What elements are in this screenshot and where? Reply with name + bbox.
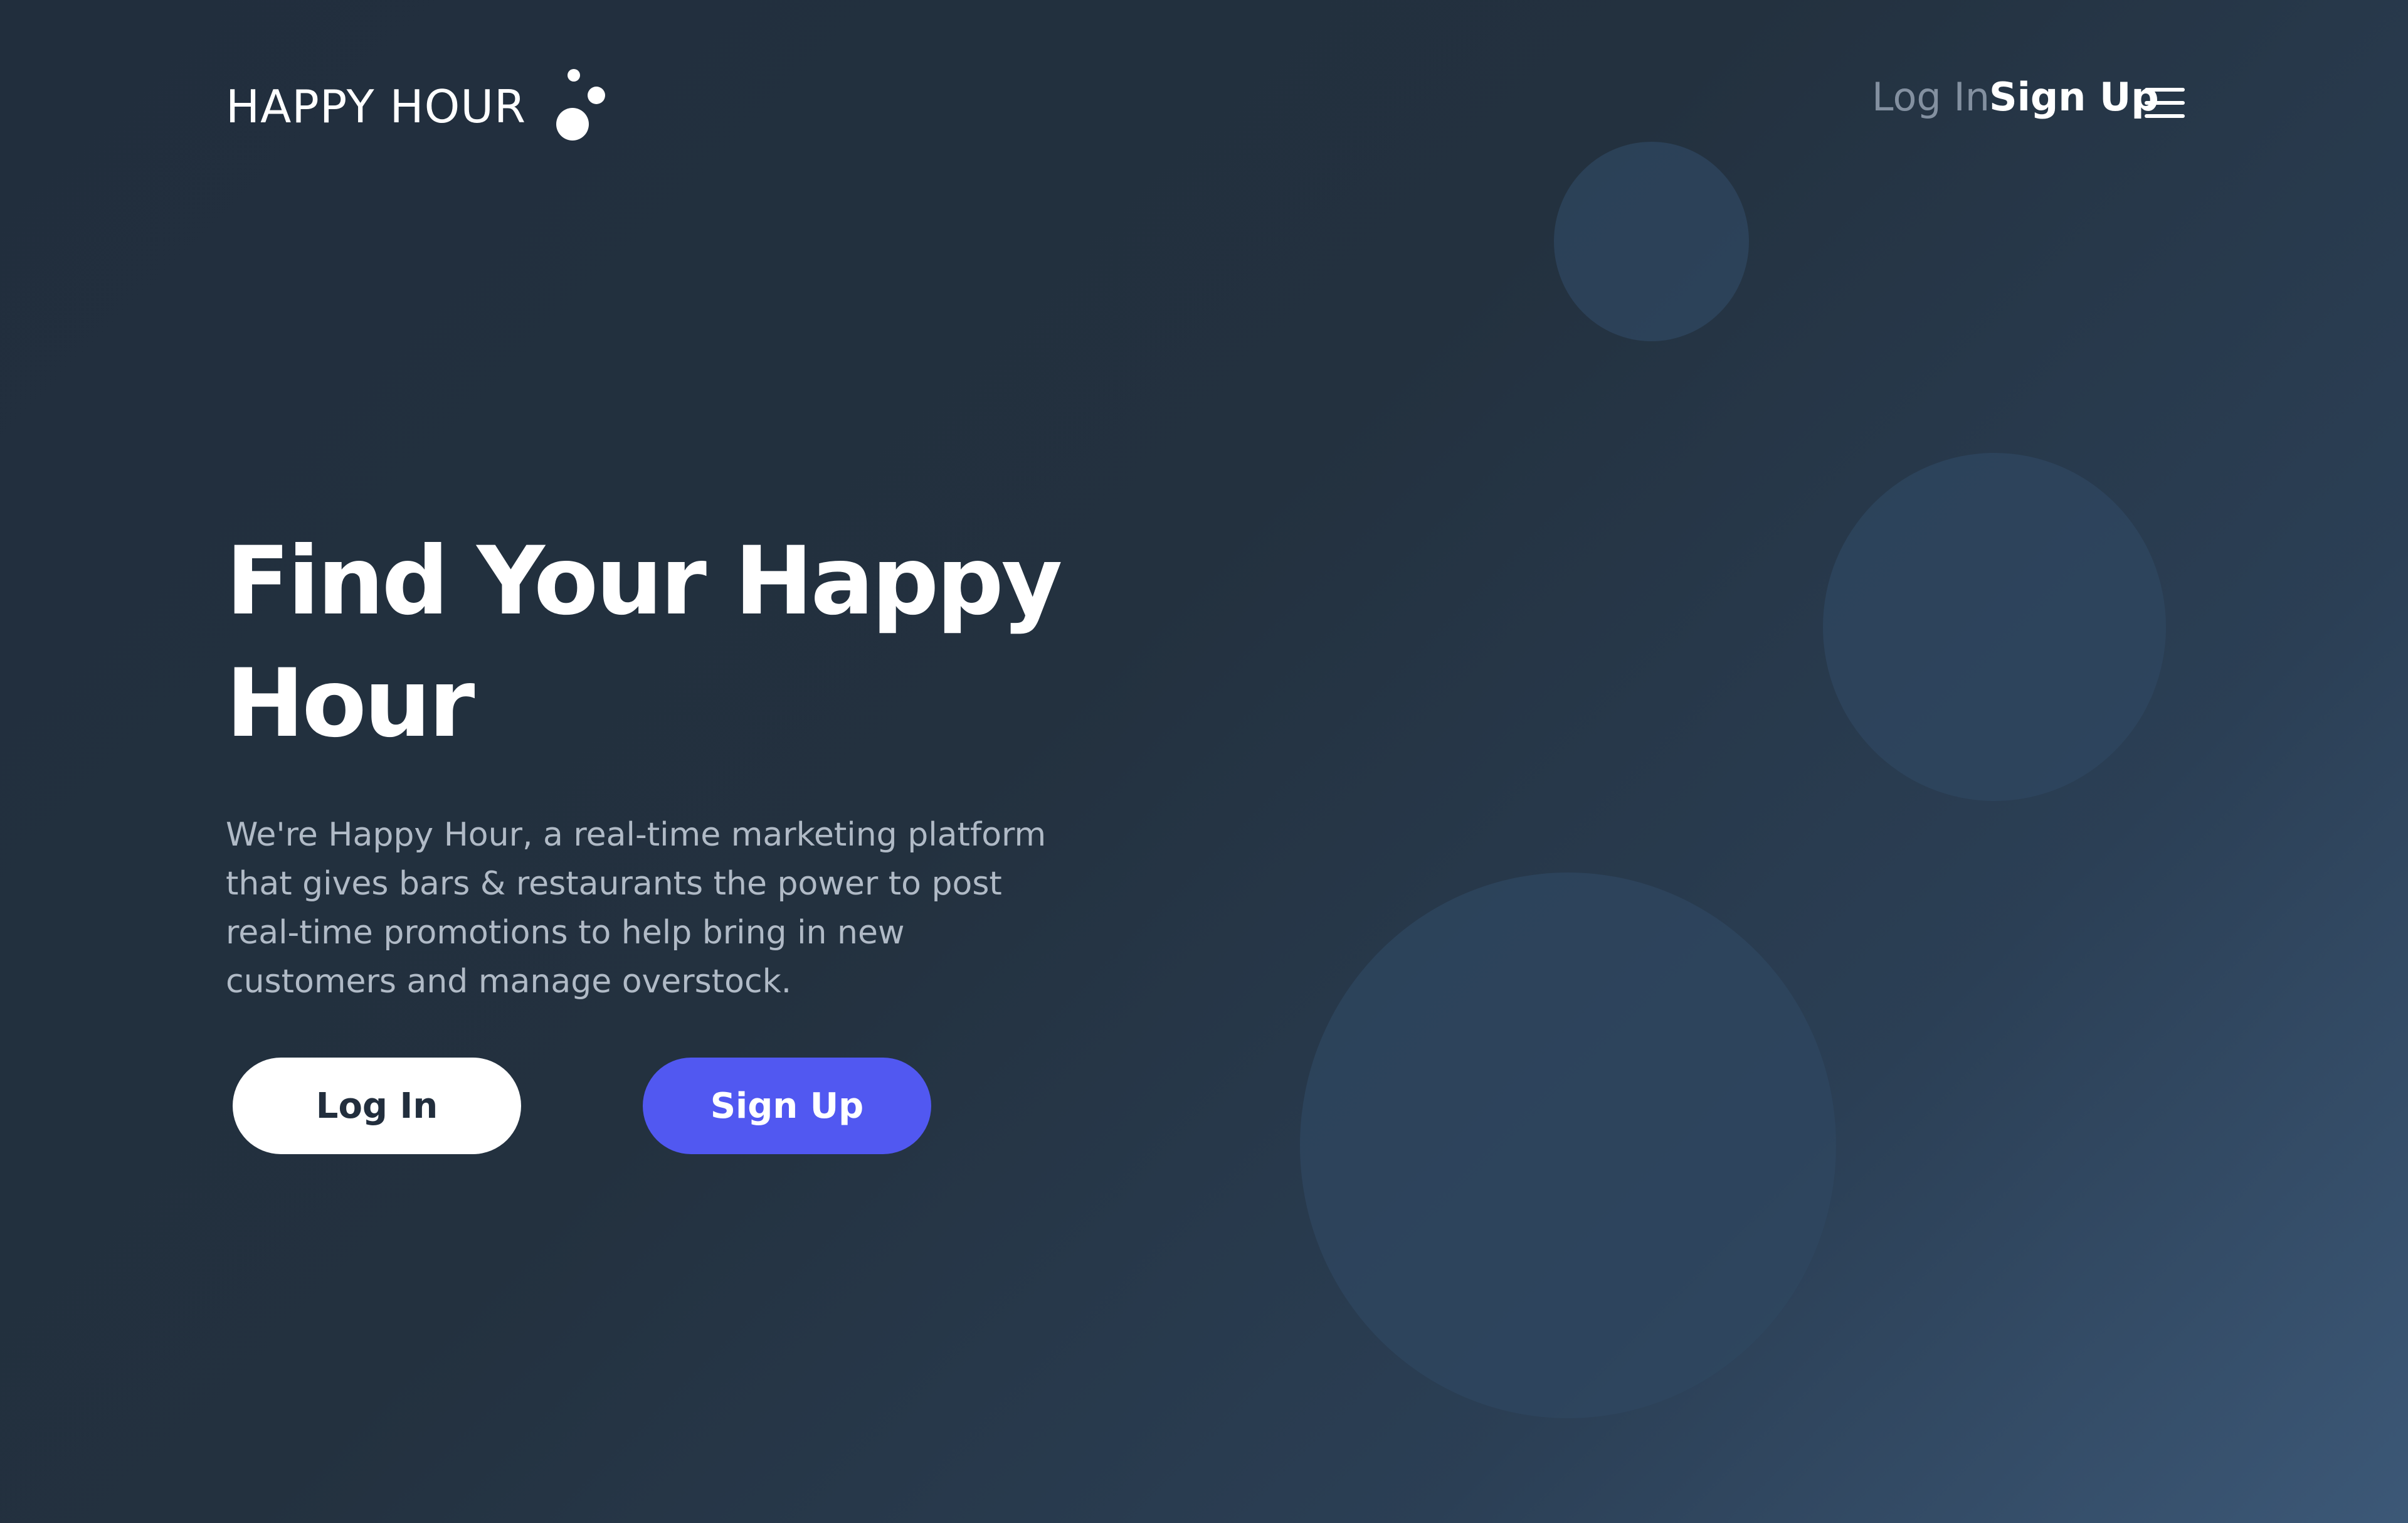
site-header: HAPPY HOUR Log In Sign Up (0, 0, 2408, 207)
hero-description: We're Happy Hour, a real-time marketing … (226, 816, 1047, 1000)
brand-name: HAPPY HOUR (226, 80, 527, 133)
hamburger-menu-icon[interactable] (2145, 88, 2185, 118)
hero-title: Find Your Happy Hour (226, 527, 1062, 758)
login-button[interactable]: Log In (233, 1058, 521, 1154)
brand-logo[interactable]: HAPPY HOUR (226, 69, 613, 144)
bubbles-icon (556, 69, 613, 144)
hero-section: Find Your Happy Hour We're Happy Hour, a… (226, 521, 1104, 1006)
signup-button[interactable]: Sign Up (643, 1058, 931, 1154)
decorative-bubble-medium (1823, 453, 2166, 801)
nav-login-link[interactable]: Log In (1872, 78, 1990, 117)
nav-signup-link[interactable]: Sign Up (1989, 78, 2159, 117)
decorative-bubble-large (1300, 873, 1836, 1418)
